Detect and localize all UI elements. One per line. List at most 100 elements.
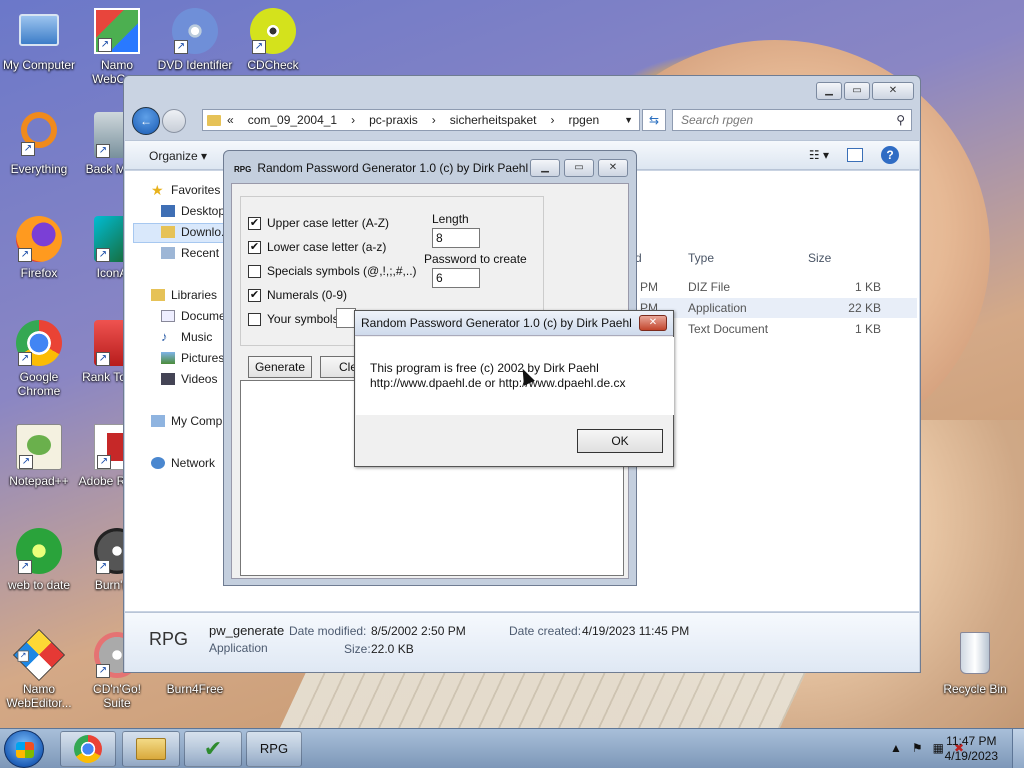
documents-icon xyxy=(161,310,175,322)
nav-music[interactable]: ♪ Music xyxy=(161,330,212,344)
your-symbols-input[interactable] xyxy=(336,308,356,328)
details-created-value: 4/19/2023 11:45 PM xyxy=(582,624,690,638)
details-size-value: 22.0 KB xyxy=(371,642,414,656)
breadcrumb-item[interactable]: com_09_2004_1 xyxy=(248,113,337,127)
organize-button[interactable]: Organize ▾ xyxy=(149,149,207,163)
desktop-icon-everything[interactable]: ↗ Everything xyxy=(0,112,78,176)
network-icon[interactable]: ▦ xyxy=(933,741,944,755)
file-row[interactable]: PM Application 22 KB xyxy=(640,298,917,318)
notepad-plus-icon: ↗ xyxy=(16,424,62,470)
checkmark-icon: ✔ xyxy=(203,736,223,761)
column-header-size[interactable]: Size xyxy=(808,251,831,265)
desktop-icon-label: CD'n'Go! Suite xyxy=(93,682,141,710)
desktop-icon-my-computer[interactable]: My Computer xyxy=(0,8,78,72)
about-line-1: This program is free (c) 2002 by Dirk Pa… xyxy=(370,361,599,375)
desktop-icon-label: Notepad++ xyxy=(9,474,69,488)
breadcrumb-separator: › xyxy=(431,113,436,127)
web-to-date-icon: ↗ xyxy=(16,528,62,574)
search-input[interactable]: Search rpgen ⚲ xyxy=(672,109,912,131)
desktop-icon-label: Google Chrome xyxy=(17,370,61,398)
about-message: This program is free (c) 2002 by Dirk Pa… xyxy=(370,361,625,391)
show-desktop-button[interactable] xyxy=(1012,729,1024,768)
breadcrumb-item[interactable]: rpgen xyxy=(569,113,600,127)
file-row[interactable]: PM DIZ File 1 KB xyxy=(640,277,917,297)
taskbar-checklist-app[interactable]: ✔ xyxy=(184,731,242,767)
generate-button[interactable]: Generate xyxy=(248,356,312,378)
checkbox-box[interactable]: ✔ xyxy=(248,288,261,302)
checkbox-box[interactable]: ✔ xyxy=(248,240,261,254)
taskbar-explorer[interactable] xyxy=(122,731,180,767)
upper-case-checkbox[interactable]: ✔ Upper case letter (A-Z) xyxy=(248,216,389,230)
nav-desktop[interactable]: Desktop xyxy=(161,204,225,218)
specials-checkbox[interactable]: Specials symbols (@,!,;,#,..) xyxy=(248,264,417,278)
desktop-icon-cdcheck[interactable]: ↗ CDCheck xyxy=(234,8,312,72)
checkbox-box[interactable] xyxy=(248,264,261,278)
breadcrumb-item[interactable]: pc-praxis xyxy=(369,113,418,127)
desktop-icon-namo-webeditor[interactable]: ↗ Namo WebEditor... xyxy=(0,628,78,710)
minimize-button[interactable]: ▁ xyxy=(816,82,842,100)
nav-network[interactable]: Network xyxy=(151,456,215,470)
nav-my-computer[interactable]: My Comp... xyxy=(151,414,232,428)
desktop-icon-firefox[interactable]: ↗ Firefox xyxy=(0,216,78,280)
maximize-button[interactable]: ▭ xyxy=(564,159,594,177)
chrome-icon: ↗ xyxy=(16,320,62,366)
rpg-window-controls: ▁ ▭ ✕ xyxy=(530,159,628,177)
nav-pictures[interactable]: Pictures xyxy=(161,351,224,365)
nav-videos[interactable]: Videos xyxy=(161,372,217,386)
nav-favorites[interactable]: ★ Favorites xyxy=(151,183,220,197)
checkbox-box[interactable]: ✔ xyxy=(248,216,261,230)
dvd-disc-icon: ↗ xyxy=(172,8,218,54)
preview-pane-icon[interactable] xyxy=(847,148,863,162)
nav-label: Music xyxy=(181,330,213,344)
breadcrumb-overflow[interactable]: « xyxy=(227,113,234,127)
checkbox-label: Specials symbols (@,!,;,#,..) xyxy=(267,264,417,278)
tray-expand-icon[interactable]: ▲ xyxy=(890,741,902,755)
address-bar[interactable]: « com_09_2004_1 › pc-praxis › sicherheit… xyxy=(202,109,640,131)
nav-libraries[interactable]: Libraries xyxy=(151,288,217,302)
file-row[interactable]: PM Text Document 1 KB xyxy=(640,319,917,339)
your-symbols-checkbox[interactable]: Your symbols xyxy=(248,312,339,326)
nav-downloads[interactable]: Downlo... xyxy=(161,225,231,239)
desktop-icon-google-chrome[interactable]: ↗ Google Chrome xyxy=(0,320,78,398)
numerals-checkbox[interactable]: ✔ Numerals (0-9) xyxy=(248,288,347,302)
minimize-button[interactable]: ▁ xyxy=(530,159,560,177)
taskbar-rpg[interactable]: RPG xyxy=(246,731,302,767)
rpg-title: RPG Random Password Generator 1.0 (c) by … xyxy=(234,161,528,175)
checkbox-label: Your symbols xyxy=(267,312,339,326)
network-icon xyxy=(151,457,165,469)
desktop-icon-recycle-bin[interactable]: Recycle Bin xyxy=(936,632,1014,696)
desktop-icon-label: Burn4Free xyxy=(166,682,224,696)
checkbox-box[interactable] xyxy=(248,312,261,326)
desktop-icon-notepad-plus[interactable]: ↗ Notepad++ xyxy=(0,424,78,488)
folder-icon xyxy=(136,738,166,760)
password-count-input[interactable]: 6 xyxy=(432,268,480,288)
maximize-button[interactable]: ▭ xyxy=(844,82,870,100)
ok-button[interactable]: OK xyxy=(577,429,663,453)
refresh-icon[interactable]: ⇆ xyxy=(642,109,666,131)
back-arrow-icon[interactable]: ← xyxy=(132,107,160,135)
desktop-icon-web-to-date[interactable]: ↗ web to date xyxy=(0,528,78,592)
lower-case-checkbox[interactable]: ✔ Lower case letter (a-z) xyxy=(248,240,386,254)
firefox-icon: ↗ xyxy=(16,216,62,262)
help-icon[interactable]: ? xyxy=(881,146,899,164)
taskbar-chrome[interactable] xyxy=(60,731,116,767)
file-type-icon: RPG xyxy=(149,629,189,649)
column-header-type[interactable]: Type xyxy=(688,251,714,265)
desktop-icon-label: My Computer xyxy=(2,58,76,72)
details-modified-value: 8/5/2002 2:50 PM xyxy=(371,624,466,638)
length-input[interactable]: 8 xyxy=(432,228,480,248)
close-button[interactable]: ✕ xyxy=(872,82,914,100)
view-options-icon[interactable]: ☷ ▾ xyxy=(809,148,829,162)
close-icon[interactable]: ✕ xyxy=(639,315,667,331)
recycle-bin-icon xyxy=(960,632,990,674)
clock[interactable]: 11:47 PM 4/19/2023 xyxy=(945,734,998,764)
explorer-window-controls: ▁ ▭ ✕ xyxy=(816,82,914,100)
start-button[interactable] xyxy=(4,730,44,768)
breadcrumb-item[interactable]: sicherheitspaket xyxy=(450,113,537,127)
close-button[interactable]: ✕ xyxy=(598,159,628,177)
chevron-down-icon[interactable]: ▼ xyxy=(624,115,633,125)
flag-icon[interactable]: ⚑ xyxy=(912,741,923,755)
desktop-icon-dvd-identifier[interactable]: ↗ DVD Identifier xyxy=(156,8,234,72)
forward-arrow-icon[interactable] xyxy=(162,109,186,133)
about-dialog[interactable]: Random Password Generator 1.0 (c) by Dir… xyxy=(354,310,674,467)
